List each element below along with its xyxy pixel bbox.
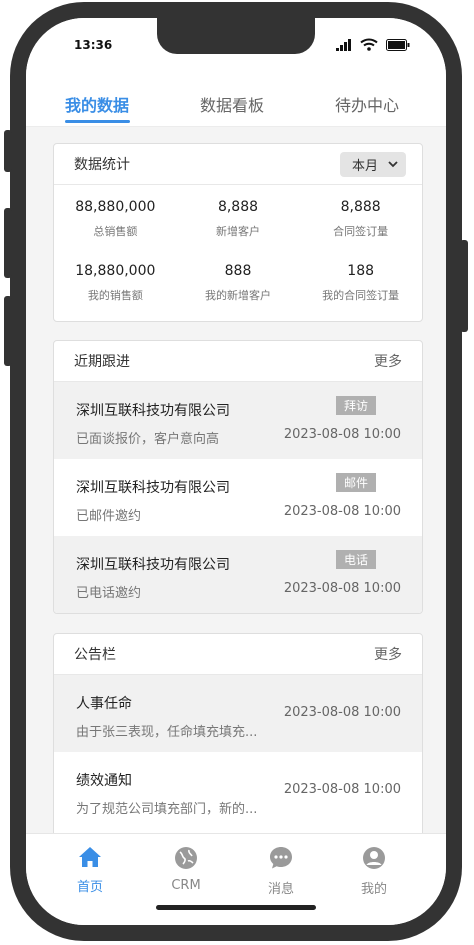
user-icon [363, 847, 385, 869]
stat-label: 新增客户 [215, 225, 260, 238]
followup-time: 2023-08-08 10:00 [283, 581, 401, 596]
stat-my-sales: 18,880,000 我的销售额 [54, 263, 177, 321]
followup-type-badge: 邮件 [335, 473, 376, 492]
followup-card-title: 近期跟进 [74, 354, 130, 370]
followup-company: 深圳互联科技功有限公司 [76, 403, 230, 419]
phone-volume-down-button [4, 296, 12, 366]
followup-company: 深圳互联科技功有限公司 [76, 557, 230, 573]
followup-row[interactable]: 深圳互联科技功有限公司 已面谈报价，客户意向高 拜访 2023-08-08 10… [54, 382, 422, 459]
followup-row[interactable]: 深圳互联科技功有限公司 已邮件邀约 邮件 2023-08-08 10:00 [54, 459, 422, 536]
phone-power-button [460, 240, 468, 332]
notice-summary: 为了规范公司填充部门，新的... [76, 802, 258, 817]
stat-value: 8,888 [217, 199, 259, 215]
notice-row[interactable]: 人事任命 由于张三表现，任命填充填充... 2023-08-08 10:00 [54, 675, 422, 752]
battery-icon [386, 38, 410, 51]
stat-my-new-customers: 888 我的新增客户 [177, 263, 300, 321]
followup-card-header: 近期跟进 更多 [54, 341, 422, 382]
followup-note: 已电话邀约 [76, 586, 142, 601]
stat-contracts: 8,888 合同签订量 [299, 199, 422, 263]
active-tab-indicator [65, 120, 130, 123]
stat-value: 8,888 [340, 199, 381, 215]
notice-card-header: 公告栏 更多 [54, 634, 422, 675]
nav-crm-label: CRM [171, 878, 201, 893]
stat-label: 我的合同签订量 [322, 289, 400, 302]
notice-time: 2023-08-08 10:00 [283, 705, 401, 720]
nav-mine-label: 我的 [360, 882, 387, 897]
nav-home[interactable]: 首页 [55, 846, 125, 895]
stat-value: 188 [347, 263, 375, 279]
notice-row[interactable]: 绩效通知 为了规范公司填充部门，新的... 2023-08-08 10:00 [54, 752, 422, 829]
stat-new-customers: 8,888 新增客户 [177, 199, 300, 263]
followup-type-badge: 电话 [335, 550, 376, 569]
stat-label: 我的销售额 [87, 289, 143, 302]
home-indicator[interactable] [156, 905, 316, 910]
followup-more-link[interactable]: 更多 [374, 351, 402, 371]
bottom-nav: 首页 CRM 消息 我的 [26, 833, 446, 925]
phone-volume-up-button [4, 208, 12, 278]
notice-summary: 由于张三表现，任命填充填充... [76, 725, 258, 740]
stat-value: 18,880,000 [75, 263, 156, 279]
notice-time: 2023-08-08 10:00 [283, 782, 401, 797]
stat-label: 总销售额 [93, 225, 138, 238]
followup-time: 2023-08-08 10:00 [283, 504, 401, 519]
chat-icon [270, 847, 292, 869]
signal-icon [336, 38, 351, 51]
notice-title: 人事任命 [76, 696, 132, 712]
chevron-down-icon [388, 160, 398, 167]
stats-grid: 88,880,000 总销售额 8,888 新增客户 8,888 合同签订量 18,8… [54, 185, 422, 321]
stat-label: 我的新增客户 [204, 289, 271, 302]
stats-card-title: 数据统计 [74, 157, 130, 173]
wifi-icon [360, 38, 378, 51]
stat-my-contracts: 188 我的合同签订量 [299, 263, 422, 321]
phone-notch [157, 18, 315, 54]
tab-my-data[interactable]: 我的数据 [65, 92, 129, 116]
followup-card: 近期跟进 更多 深圳互联科技功有限公司 已面谈报价，客户意向高 拜访 2023-… [53, 340, 423, 614]
followup-note: 已面谈报价，客户意向高 [76, 432, 220, 447]
notice-title: 绩效通知 [76, 773, 132, 789]
top-tab-bar: 13:36 我的数据 数据看板 待办中心 [26, 18, 446, 127]
stat-value: 888 [224, 263, 252, 279]
stat-total-sales: 88,880,000 总销售额 [54, 199, 177, 263]
followup-note: 已邮件邀约 [76, 509, 142, 524]
nav-home-label: 首页 [76, 880, 103, 895]
tab-todo-center[interactable]: 待办中心 [335, 92, 399, 116]
period-select-value: 本月 [351, 158, 378, 174]
nav-crm[interactable]: CRM [151, 846, 221, 893]
globe-icon [175, 847, 197, 869]
stat-label: 合同签订量 [333, 225, 389, 238]
period-select[interactable]: 本月 [339, 151, 406, 177]
phone-mute-switch [4, 130, 12, 172]
status-icons [336, 38, 410, 51]
notice-card: 公告栏 更多 人事任命 由于张三表现，任命填充填充... 2023-08-08 … [53, 633, 423, 845]
stat-value: 88,880,000 [75, 199, 156, 215]
followup-company: 深圳互联科技功有限公司 [76, 480, 230, 496]
followup-row[interactable]: 深圳互联科技功有限公司 已电话邀约 电话 2023-08-08 10:00 [54, 536, 422, 613]
nav-mine[interactable]: 我的 [339, 846, 409, 897]
stats-card: 数据统计 本月 88,880,000 总销售额 8,888 新增客户 8,888 合同… [53, 143, 423, 322]
tab-data-board[interactable]: 数据看板 [200, 92, 264, 116]
phone-screen: 13:36 我的数据 数据看板 待办中心 数据统计 本月 88,880,000 … [26, 18, 446, 925]
notice-more-link[interactable]: 更多 [374, 644, 402, 664]
notice-card-title: 公告栏 [74, 647, 116, 663]
followup-time: 2023-08-08 10:00 [283, 427, 401, 442]
stats-card-header: 数据统计 本月 [54, 144, 422, 185]
home-icon [79, 847, 101, 867]
followup-type-badge: 拜访 [335, 396, 376, 415]
status-time: 13:36 [74, 38, 113, 52]
nav-messages[interactable]: 消息 [246, 846, 316, 897]
nav-messages-label: 消息 [267, 882, 294, 897]
